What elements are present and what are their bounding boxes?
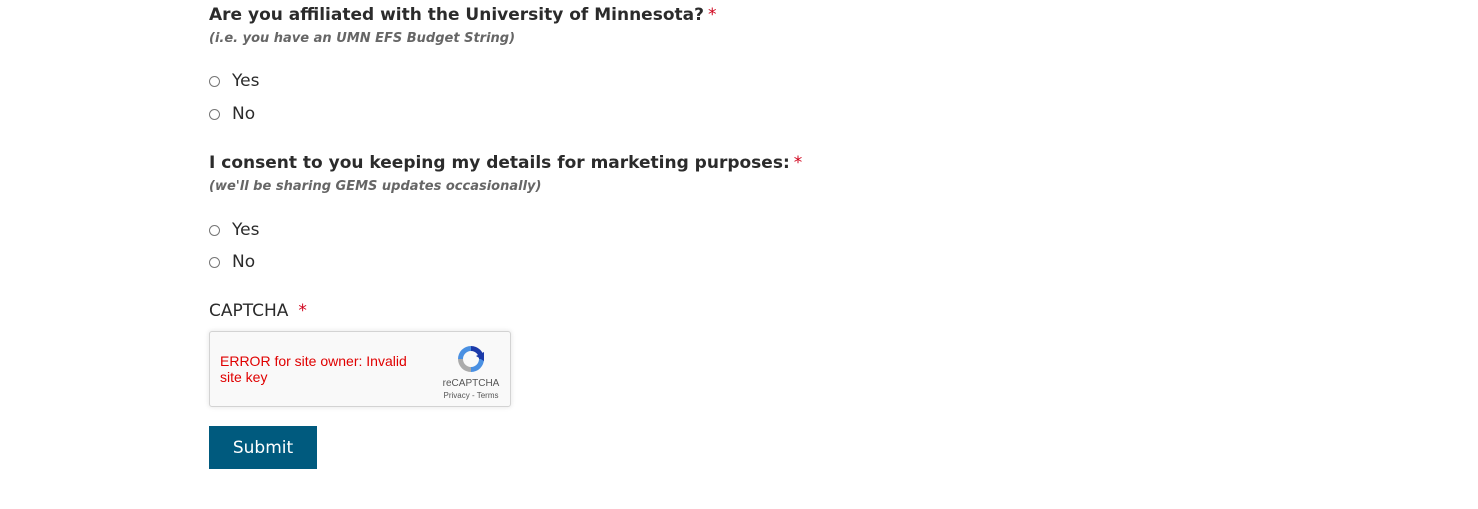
affiliation-question-text: Are you affiliated with the University o… [209,5,704,25]
recaptcha-brand-text: reCAPTCHA [442,378,500,389]
required-asterisk: * [707,5,717,25]
affiliation-question-hint: (i.e. you have an UMN EFS Budget String) [209,31,516,46]
recaptcha-links-separator: - [469,391,477,400]
recaptcha-terms-link[interactable]: Terms [477,391,499,400]
required-asterisk: * [298,301,307,321]
recaptcha-privacy-link[interactable]: Privacy [444,391,470,400]
marketing-consent-option-no[interactable]: No [209,251,255,273]
affiliation-yes-label[interactable]: Yes [232,71,259,91]
marketing-consent-option-yes[interactable]: Yes [209,219,259,241]
marketing-consent-question-text: I consent to you keeping my details for … [209,153,790,173]
affiliation-no-radio[interactable] [209,108,220,120]
recaptcha-widget[interactable]: ERROR for site owner: Invalid site key r… [209,331,511,407]
marketing-consent-yes-radio[interactable] [209,224,220,236]
recaptcha-logo-icon [458,346,484,372]
marketing-consent-question-hint: (we'll be sharing GEMS updates occasiona… [209,179,542,194]
marketing-consent-no-label[interactable]: No [232,252,255,272]
required-asterisk: * [793,153,803,173]
marketing-consent-question-label: I consent to you keeping my details for … [209,153,802,173]
affiliation-no-label[interactable]: No [232,104,255,124]
affiliation-question-label: Are you affiliated with the University o… [209,5,716,25]
affiliation-yes-radio[interactable] [209,75,220,87]
affiliation-option-no[interactable]: No [209,103,255,125]
affiliation-option-yes[interactable]: Yes [209,70,259,92]
captcha-label: CAPTCHA * [209,301,307,321]
marketing-consent-no-radio[interactable] [209,256,220,268]
recaptcha-links: Privacy - Terms [434,391,508,400]
submit-button[interactable]: Submit [209,426,317,469]
marketing-consent-yes-label[interactable]: Yes [232,220,259,240]
captcha-label-text: CAPTCHA [209,301,289,321]
recaptcha-error-message: ERROR for site owner: Invalid site key [220,353,407,385]
